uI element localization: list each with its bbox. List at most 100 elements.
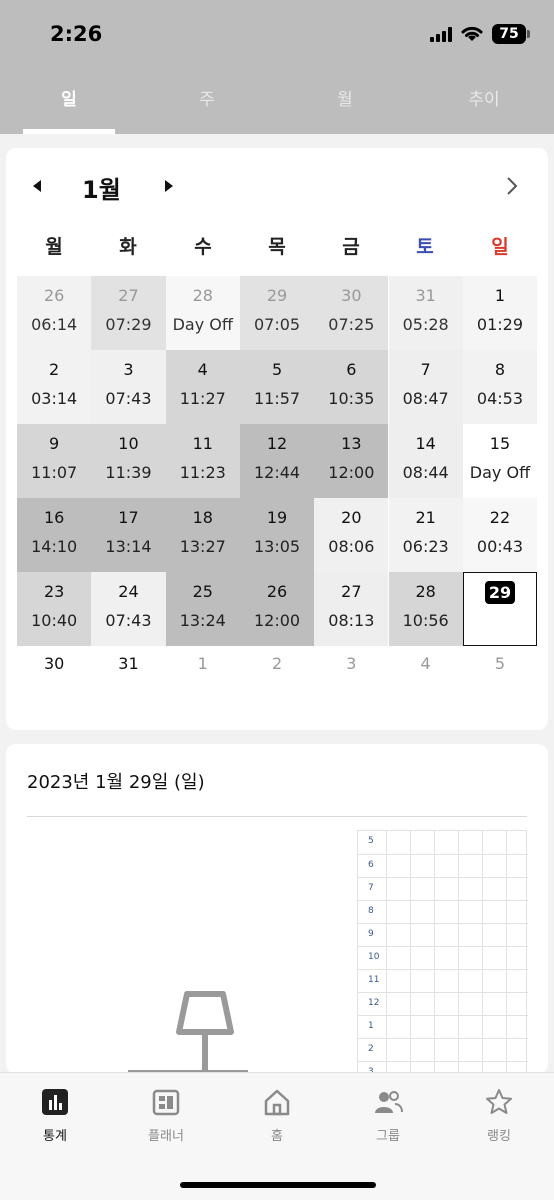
nav-label: 플래너 bbox=[148, 1129, 184, 1144]
calendar-day[interactable]: 14 08:44 bbox=[388, 424, 463, 498]
day-number: 3 bbox=[123, 360, 134, 379]
study-time: 08:13 bbox=[328, 611, 375, 630]
nav-home[interactable]: 홈 bbox=[222, 1087, 332, 1144]
tab-month[interactable]: 월 bbox=[299, 82, 391, 134]
study-time: 05:28 bbox=[402, 315, 449, 334]
selected-date-title: 2023년 1월 29일 (일) bbox=[27, 772, 205, 793]
tab-trend[interactable]: 추이 bbox=[438, 82, 530, 134]
calendar-day[interactable]: 3 bbox=[314, 646, 389, 720]
calendar-day[interactable]: 28 Day Off bbox=[165, 276, 240, 350]
calendar-day[interactable]: 6 10:35 bbox=[314, 350, 389, 424]
nav-label: 통계 bbox=[43, 1129, 67, 1144]
calendar-day[interactable]: 7 08:47 bbox=[388, 350, 463, 424]
app-header: 2:26 75 일 주 월 추이 bbox=[0, 0, 554, 134]
calendar-day[interactable]: 4 bbox=[388, 646, 463, 720]
calendar-day[interactable]: 31 bbox=[91, 646, 166, 720]
calendar-day-today[interactable]: 29 bbox=[462, 572, 538, 646]
calendar-day[interactable]: 9 11:07 bbox=[17, 424, 92, 498]
study-time: 07:05 bbox=[253, 315, 301, 334]
calendar-day[interactable]: 29 07:05 bbox=[239, 276, 315, 350]
study-time: 06:14 bbox=[31, 315, 78, 334]
hour-label: 11 bbox=[368, 975, 380, 985]
day-number: 8 bbox=[494, 360, 506, 379]
calendar-day[interactable]: 26 06:14 bbox=[17, 276, 92, 350]
day-number: 25 bbox=[192, 582, 213, 601]
study-time: 13:24 bbox=[179, 611, 226, 630]
calendar-day[interactable]: 2 bbox=[239, 646, 315, 720]
tab-week[interactable]: 주 bbox=[161, 82, 253, 134]
calendar-day[interactable]: 22 00:43 bbox=[462, 498, 538, 572]
home-icon bbox=[264, 1089, 290, 1116]
calendar-day[interactable]: 24 07:43 bbox=[91, 572, 166, 646]
hour-label: 1 bbox=[368, 1021, 374, 1031]
calendar-day[interactable]: 4 11:27 bbox=[165, 350, 240, 424]
calendar-day[interactable]: 5 11:57 bbox=[239, 350, 315, 424]
study-time: 12:00 bbox=[328, 463, 375, 482]
period-tabs: 일 주 월 추이 bbox=[0, 82, 554, 134]
calendar-day[interactable]: 11 11:23 bbox=[165, 424, 240, 498]
calendar-day[interactable]: 12 12:44 bbox=[239, 424, 315, 498]
calendar-day[interactable]: 31 05:28 bbox=[388, 276, 463, 350]
divider bbox=[27, 816, 527, 817]
calendar-day[interactable]: 27 07:29 bbox=[91, 276, 166, 350]
timeline-row: 6 bbox=[358, 854, 528, 877]
calendar-day[interactable]: 17 13:14 bbox=[91, 498, 166, 572]
study-time: 08:06 bbox=[328, 537, 375, 556]
calendar-day[interactable]: 20 08:06 bbox=[314, 498, 389, 572]
nav-statistics[interactable]: 통계 bbox=[0, 1087, 110, 1144]
chevron-right-icon[interactable] bbox=[500, 174, 524, 198]
bottom-navigation: 통계 플래너 홈 그룹 랭킹 bbox=[0, 1072, 554, 1200]
day-number: 30 bbox=[341, 286, 362, 305]
nav-ranking[interactable]: 랭킹 bbox=[444, 1087, 554, 1144]
calendar-day[interactable]: 10 11:39 bbox=[91, 424, 166, 498]
tab-day[interactable]: 일 bbox=[23, 82, 115, 134]
weekday-header: 월 화 수 목 금 토 일 bbox=[17, 232, 537, 260]
study-time: 07:29 bbox=[105, 315, 152, 334]
nav-group[interactable]: 그룹 bbox=[333, 1087, 443, 1144]
calendar-day[interactable]: 27 08:13 bbox=[314, 572, 389, 646]
weekday-label: 월 bbox=[45, 236, 63, 258]
calendar-day[interactable]: 19 13:05 bbox=[239, 498, 315, 572]
calendar-day[interactable]: 28 10:56 bbox=[388, 572, 463, 646]
previous-month-icon[interactable] bbox=[28, 176, 48, 196]
hour-label: 8 bbox=[368, 906, 374, 916]
study-time: 12:44 bbox=[253, 463, 301, 482]
study-time: 08:44 bbox=[402, 463, 449, 482]
study-time: 03:14 bbox=[31, 389, 78, 408]
calendar-day[interactable]: 2 03:14 bbox=[17, 350, 92, 424]
calendar-day[interactable]: 23 10:40 bbox=[17, 572, 92, 646]
calendar-day[interactable]: 3 07:43 bbox=[91, 350, 166, 424]
home-indicator bbox=[180, 1182, 376, 1188]
calendar-day[interactable]: 16 14:10 bbox=[17, 498, 92, 572]
day-number: 24 bbox=[118, 582, 139, 601]
calendar-day[interactable]: 1 bbox=[165, 646, 240, 720]
nav-planner[interactable]: 플래너 bbox=[111, 1087, 221, 1144]
calendar-day[interactable]: 25 13:24 bbox=[165, 572, 240, 646]
calendar-day[interactable]: 30 07:25 bbox=[314, 276, 389, 350]
weekday-label: 수 bbox=[194, 236, 212, 258]
day-number: 5 bbox=[271, 360, 283, 379]
calendar-day[interactable]: 8 04:53 bbox=[462, 350, 538, 424]
calendar-day[interactable]: 30 bbox=[17, 646, 92, 720]
day-number: 28 bbox=[192, 286, 213, 305]
calendar-day[interactable]: 18 13:27 bbox=[165, 498, 240, 572]
weekday-label: 화 bbox=[119, 236, 137, 258]
calendar-day[interactable]: 15 Day Off bbox=[462, 424, 538, 498]
timeline-row: 8 bbox=[358, 900, 528, 923]
day-number: 31 bbox=[415, 286, 436, 305]
nav-label: 그룹 bbox=[376, 1129, 400, 1144]
timeline-row: 9 bbox=[358, 923, 528, 946]
calendar-day[interactable]: 26 12:00 bbox=[239, 572, 315, 646]
calendar-day[interactable]: 13 12:00 bbox=[314, 424, 389, 498]
bar-chart-icon bbox=[42, 1089, 68, 1115]
hour-label: 12 bbox=[368, 998, 380, 1008]
calendar-day[interactable]: 1 01:29 bbox=[462, 276, 538, 350]
calendar-day[interactable]: 21 06:23 bbox=[388, 498, 463, 572]
study-time: 11:23 bbox=[179, 463, 226, 482]
day-number: 1 bbox=[494, 286, 506, 305]
study-time: 12:00 bbox=[253, 611, 301, 630]
calendar-day[interactable]: 5 bbox=[462, 646, 538, 720]
study-time: 00:43 bbox=[476, 537, 523, 556]
next-month-icon[interactable] bbox=[158, 176, 178, 196]
day-number: 14 bbox=[415, 434, 436, 453]
